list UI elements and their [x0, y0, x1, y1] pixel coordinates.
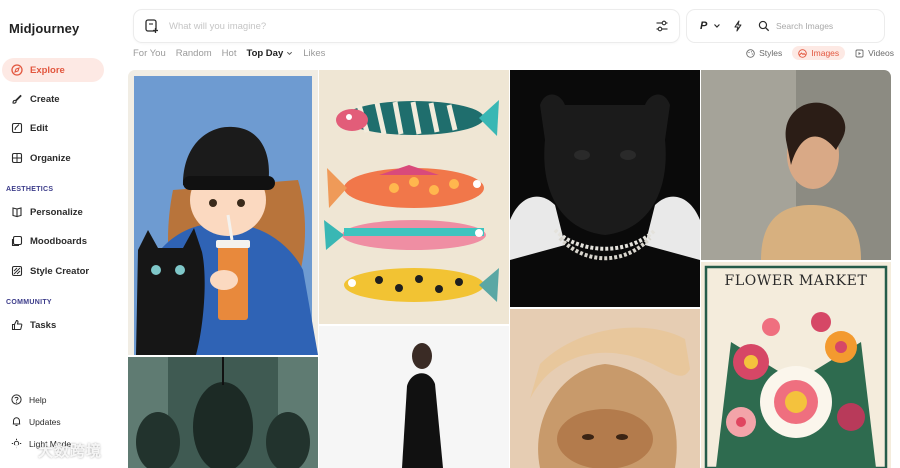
sidebar-item-label: Tasks — [30, 319, 57, 331]
section-label-aesthetics: AESTHETICS — [6, 186, 54, 193]
gallery-image-panther[interactable] — [510, 70, 700, 307]
filter-label: Videos — [868, 48, 894, 58]
gallery-image-lion[interactable] — [510, 309, 700, 468]
tab-random[interactable]: Random — [176, 48, 212, 59]
photo-lion — [510, 309, 700, 468]
tab-top-day[interactable]: Top Day — [246, 48, 293, 59]
tab-likes[interactable]: Likes — [303, 48, 325, 59]
bell-icon — [12, 417, 21, 426]
gallery-image-portrait[interactable] — [701, 70, 891, 260]
sidebar-item-label: Personalize — [30, 206, 83, 218]
gallery-image-fish-prints[interactable] — [319, 70, 509, 324]
photo-panther — [510, 70, 700, 307]
photo-lanterns — [128, 357, 318, 468]
sidebar-item-style-creator[interactable]: Style Creator — [2, 259, 104, 283]
thumbs-up-icon — [11, 319, 23, 331]
section-label-community: COMMUNITY — [6, 299, 52, 306]
sidebar-item-label: Explore — [30, 64, 65, 76]
sidebar-item-label: Edit — [30, 122, 48, 134]
chevron-down-icon — [287, 51, 293, 56]
sidebar-item-help[interactable]: Help — [11, 394, 46, 405]
sidebar-item-personalize[interactable]: Personalize — [2, 200, 104, 224]
watermark: 大数跨境 — [8, 440, 102, 461]
search-icon — [758, 20, 770, 32]
sidebar-item-label: Moodboards — [30, 235, 87, 247]
illustration-girl-cat — [128, 70, 318, 355]
tab-top-day-label: Top Day — [246, 48, 284, 59]
sidebar-item-label: Style Creator — [30, 265, 90, 277]
brush-icon — [11, 93, 23, 105]
add-image-icon[interactable] — [144, 18, 160, 34]
prompt-input[interactable] — [169, 20, 655, 32]
compass-icon — [11, 64, 23, 76]
style-creator-icon — [11, 265, 23, 277]
chevron-down-icon[interactable] — [713, 22, 721, 30]
sidebar-item-label: Updates — [29, 416, 61, 427]
sidebar-item-label: Help — [29, 394, 47, 405]
watermark-logo-icon — [11, 444, 31, 457]
help-icon — [11, 394, 22, 405]
filter-label: Styles — [759, 48, 783, 58]
edit-icon — [11, 122, 23, 134]
filter-images[interactable]: Images — [792, 46, 846, 60]
gallery-image-flower-market-poster[interactable]: FLOWER MARKET — [701, 262, 891, 468]
sidebar-item-explore[interactable]: Explore — [2, 58, 104, 82]
sidebar: Midjourney Explore Create Edit Organize … — [0, 0, 116, 468]
gallery-image-walking-woman[interactable] — [319, 326, 509, 468]
filter-label: Images — [811, 48, 840, 58]
photo-portrait — [701, 70, 891, 260]
tab-for-you[interactable]: For You — [133, 48, 166, 59]
gallery-image-lanterns[interactable] — [128, 357, 318, 468]
watermark-text: 大数跨境 — [38, 443, 103, 460]
gallery-image-girl-with-cat[interactable] — [128, 70, 318, 355]
sidebar-item-updates[interactable]: Updates — [11, 416, 61, 427]
sidebar-item-label: Create — [30, 93, 60, 105]
personalize-toggle[interactable]: P — [700, 20, 707, 32]
sidebar-item-create[interactable]: Create — [2, 87, 104, 111]
sidebar-item-moodboards[interactable]: Moodboards — [2, 229, 104, 253]
sidebar-item-edit[interactable]: Edit — [2, 116, 104, 140]
sidebar-item-label: Organize — [30, 152, 71, 164]
media-filters: Styles Images Videos — [736, 45, 900, 61]
search-bar: P — [686, 9, 885, 43]
sidebar-item-organize[interactable]: Organize — [2, 146, 104, 170]
image-icon — [798, 48, 808, 58]
moodboard-icon — [11, 235, 23, 247]
grid-icon — [11, 152, 23, 164]
sidebar-item-tasks[interactable]: Tasks — [2, 313, 104, 337]
tab-hot[interactable]: Hot — [222, 48, 237, 59]
feed-tabs: For You Random Hot Top Day Likes — [133, 47, 335, 60]
image-gallery: FLOWER MARKET — [128, 70, 891, 468]
photo-woman — [319, 326, 509, 468]
poster-title: FLOWER MARKET — [724, 273, 868, 289]
bolt-icon[interactable] — [732, 20, 744, 32]
prompt-bar — [133, 9, 680, 43]
palette-icon — [746, 48, 755, 58]
book-icon — [11, 206, 23, 218]
video-icon — [855, 49, 864, 57]
illustration-fish — [319, 70, 509, 324]
app-logo[interactable]: Midjourney — [9, 21, 79, 36]
filter-videos[interactable]: Videos — [849, 46, 900, 60]
search-input[interactable] — [776, 21, 876, 31]
illustration-flower-poster — [701, 262, 891, 468]
sliders-icon[interactable] — [655, 19, 669, 33]
filter-styles[interactable]: Styles — [740, 46, 788, 60]
